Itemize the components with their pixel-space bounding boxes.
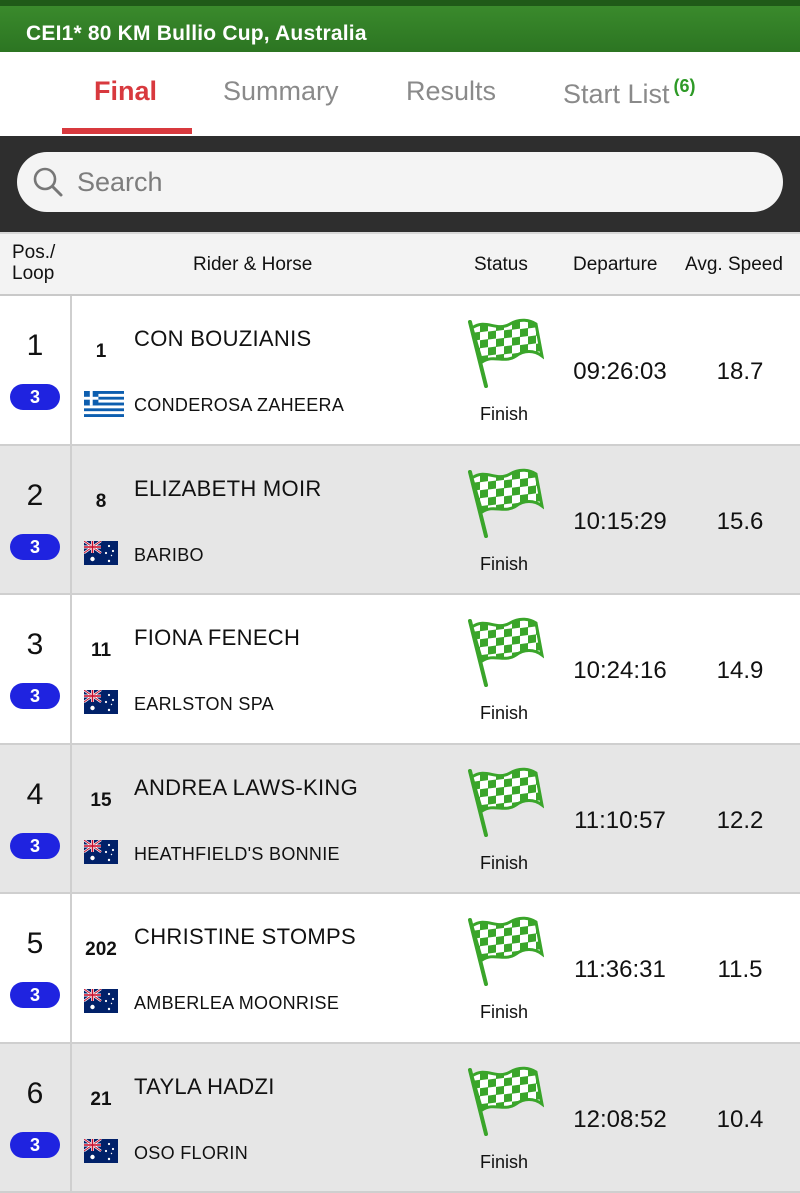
status-label: Finish: [479, 1002, 528, 1022]
rider-name[interactable]: FIONA FENECH: [134, 625, 300, 651]
australia-flag-icon: [83, 988, 118, 1018]
loop-badge: 3: [10, 1131, 60, 1158]
position: 5: [26, 927, 44, 960]
bib-number: 15: [90, 789, 112, 811]
tab-bar: Final Summary Results Start List (6): [0, 52, 800, 136]
horse-name[interactable]: BARIBO: [134, 545, 204, 566]
tab-final[interactable]: Final: [94, 76, 157, 107]
horse-name[interactable]: OSO FLORIN: [134, 1143, 248, 1164]
column-divider: [70, 894, 72, 1042]
avg-speed: 18.7: [716, 358, 764, 385]
result-row-1[interactable]: 1 3 1 CON BOUZIANIS CONDEROSA ZAHEERA Fi…: [0, 296, 800, 446]
rider-name[interactable]: ANDREA LAWS-KING: [134, 775, 358, 801]
event-title: CEI1* 80 KM Bullio Cup, Australia: [26, 22, 367, 45]
greece-flag-icon: [84, 391, 124, 422]
avg-speed: 10.4: [716, 1105, 764, 1133]
bib-number: 8: [95, 490, 107, 512]
status-label: Finish: [479, 703, 528, 723]
horse-name[interactable]: AMBERLEA MOONRISE: [134, 993, 339, 1014]
departure-time: 11:10:57: [574, 806, 666, 834]
bib-number: 1: [95, 341, 107, 362]
position: 2: [26, 478, 44, 512]
departure-time: 12:08:52: [573, 1105, 667, 1133]
checkered-flag-icon: [464, 613, 545, 694]
column-divider: [70, 445, 72, 593]
header-loop-label: Loop: [12, 263, 55, 284]
search-icon: [33, 167, 63, 197]
departure-time: 09:26:03: [573, 358, 667, 385]
checkered-flag-icon: [464, 912, 545, 993]
tab-start-list[interactable]: Start List (6): [563, 76, 696, 110]
australia-flag-icon: [83, 689, 118, 719]
horse-name[interactable]: HEATHFIELD'S BONNIE: [134, 844, 340, 865]
australia-flag-icon: [83, 539, 118, 570]
result-row-3[interactable]: 3 3 11 FIONA FENECH EARLSTON SPA Finish …: [0, 595, 800, 745]
rider-name[interactable]: CON BOUZIANIS: [134, 326, 311, 352]
position: 4: [26, 777, 44, 811]
avg-speed: 11.5: [717, 956, 763, 983]
departure-time: 11:36:31: [574, 956, 666, 983]
australia-flag-icon: [83, 838, 118, 869]
result-row-5[interactable]: 5 3 202 CHRISTINE STOMPS AMBERLEA MOONRI…: [0, 894, 800, 1044]
start-list-count-badge: (6): [673, 76, 696, 96]
loop-badge: 3: [10, 683, 60, 709]
search-input[interactable]: [77, 166, 717, 198]
checkered-flag-icon: [464, 464, 545, 545]
avg-speed: 14.9: [716, 657, 764, 684]
status-label: Finish: [479, 553, 528, 574]
checkered-flag-icon: [464, 1062, 545, 1143]
tab-start-list-label: Start List: [563, 79, 670, 109]
bib-number: 21: [90, 1088, 112, 1110]
australia-flag-icon: [83, 1137, 118, 1168]
departure-time: 10:15:29: [573, 507, 667, 535]
tab-results[interactable]: Results: [406, 76, 496, 107]
rider-name[interactable]: CHRISTINE STOMPS: [134, 924, 356, 950]
result-row-2[interactable]: 2 3 8 ELIZABETH MOIR BARIBO Finish 10:15…: [0, 445, 800, 595]
result-row-6[interactable]: 6 3 21 TAYLA HADZI OSO FLORIN Finish 12:…: [0, 1043, 800, 1193]
checkered-flag-icon: [464, 314, 545, 395]
status-label: Finish: [479, 404, 528, 424]
rider-name[interactable]: TAYLA HADZI: [134, 1074, 275, 1100]
result-row-4[interactable]: 4 3 15 ANDREA LAWS-KING HEATHFIELD'S BON…: [0, 744, 800, 894]
header-avg-speed: Avg. Speed: [685, 254, 783, 275]
departure-time: 10:24:16: [573, 657, 667, 684]
column-divider: [70, 744, 72, 892]
avg-speed: 15.6: [716, 507, 764, 535]
header-pos-label: Pos./: [12, 242, 56, 263]
column-divider: [70, 296, 72, 444]
loop-badge: 3: [10, 533, 60, 560]
bib-number: 202: [85, 939, 117, 960]
results-list: 1 3 1 CON BOUZIANIS CONDEROSA ZAHEERA Fi…: [0, 296, 800, 1193]
active-tab-indicator: [62, 128, 192, 134]
loop-badge: 3: [10, 832, 60, 859]
position: 1: [26, 329, 44, 362]
status-label: Finish: [479, 852, 528, 873]
loop-badge: 3: [10, 982, 60, 1008]
position: 6: [26, 1076, 44, 1110]
loop-badge: 3: [10, 384, 60, 410]
header-departure: Departure: [573, 254, 658, 275]
avg-speed: 12.2: [716, 806, 764, 834]
search-box[interactable]: [17, 152, 783, 212]
column-divider: [70, 595, 72, 743]
header-status: Status: [474, 254, 528, 275]
rider-name[interactable]: ELIZABETH MOIR: [134, 476, 322, 502]
horse-name[interactable]: CONDEROSA ZAHEERA: [134, 395, 344, 416]
table-header: Pos./ Loop Rider & Horse Status Departur…: [0, 232, 800, 296]
status-label: Finish: [479, 1151, 528, 1172]
checkered-flag-icon: [464, 763, 545, 844]
event-title-bar: CEI1* 80 KM Bullio Cup, Australia: [0, 0, 800, 52]
header-rider-horse: Rider & Horse: [193, 254, 313, 275]
position: 3: [26, 628, 44, 661]
bib-number: 11: [90, 640, 112, 661]
tab-summary[interactable]: Summary: [223, 76, 339, 107]
horse-name[interactable]: EARLSTON SPA: [134, 694, 274, 715]
header-pos-loop: Pos./ Loop: [12, 242, 55, 284]
column-divider: [70, 1043, 72, 1191]
search-bar: [0, 136, 800, 232]
